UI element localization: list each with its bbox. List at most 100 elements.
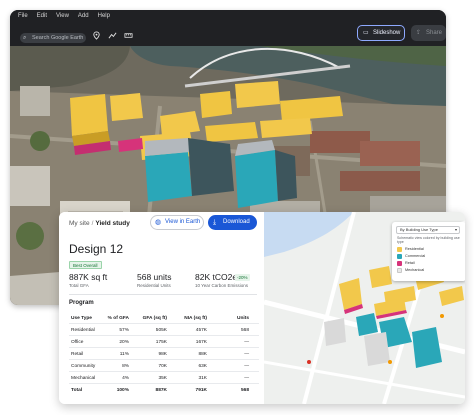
table-cell: 63K: [198, 364, 207, 369]
table-cell: 100%: [116, 388, 129, 393]
legend-item-retail: Retail: [397, 261, 415, 266]
legend-item-mechanical: Mechanical: [397, 268, 424, 273]
program-title: Program: [69, 300, 94, 306]
best-overall-badge: Best Overall: [69, 261, 102, 269]
table-cell: 457K: [195, 328, 207, 333]
legend-select[interactable]: By Building Use Type ▾: [396, 226, 460, 234]
metric-units-value: 568 units: [137, 272, 172, 282]
table-total-row: Total 100% 887K 791K 568: [69, 384, 259, 396]
table-cell: 791K: [195, 388, 207, 393]
table-header-cell: Units: [237, 316, 249, 321]
table-cell: 70K: [158, 364, 167, 369]
table-cell: 505K: [155, 328, 167, 333]
menu-file[interactable]: File: [18, 13, 28, 19]
download-button[interactable]: ⤓ Download: [208, 215, 257, 230]
share-label: Share: [426, 30, 443, 36]
legend-panel: By Building Use Type ▾ Schematic view co…: [392, 222, 465, 281]
view-in-earth-button[interactable]: ◍ View in Earth: [150, 215, 204, 230]
menu-edit[interactable]: Edit: [37, 13, 47, 19]
menubar: File Edit View Add Help ⌕ Search Google …: [10, 10, 446, 46]
breadcrumb-current: Yield study: [95, 220, 130, 227]
table-header-cell: GFA (sq ft): [142, 316, 167, 321]
breadcrumb: My site / Yield study: [69, 220, 130, 227]
metric-carbon-label: 10 Year Carbon Emissions: [195, 283, 249, 288]
legend-label: Residential: [405, 247, 424, 251]
table-row: Community 8% 70K 63K —: [69, 360, 259, 372]
massing-map[interactable]: By Building Use Type ▾ Schematic view co…: [264, 212, 465, 404]
legend-note: Schematic view colored by building use t…: [397, 236, 460, 245]
program-table: Use Type % of GFA GFA (sq ft) NIA (sq ft…: [69, 312, 259, 396]
table-cell: 20%: [119, 340, 129, 345]
table-cell: 175K: [155, 340, 167, 345]
table-cell: 35K: [158, 376, 167, 381]
table-cell: Retail: [71, 352, 84, 357]
share-button[interactable]: ⇪ Share: [411, 25, 446, 41]
search-input[interactable]: ⌕ Search Google Earth: [20, 33, 86, 43]
legend-swatch: [397, 254, 402, 259]
search-placeholder: Search Google Earth: [32, 35, 84, 41]
metric-carbon-value: 82K tCO2e: [195, 272, 238, 282]
table-header-cell: Use Type: [71, 316, 92, 321]
breadcrumb-parent[interactable]: My site: [69, 220, 90, 227]
table-cell: 88K: [198, 352, 207, 357]
menu-help[interactable]: Help: [98, 13, 110, 19]
table-header-cell: NIA (sq ft): [184, 316, 207, 321]
slideshow-icon: ▭: [363, 30, 369, 36]
table-cell: 167K: [195, 340, 207, 345]
table-cell: Total: [71, 388, 83, 393]
table-header-row: Use Type % of GFA GFA (sq ft) NIA (sq ft…: [69, 312, 259, 324]
table-cell: 887K: [155, 388, 167, 393]
metric-gfa-value: 887K sq ft: [69, 272, 108, 282]
menu-items: File Edit View Add Help: [18, 13, 110, 19]
design-title: Design 12: [69, 242, 124, 256]
table-cell: —: [244, 364, 249, 369]
table-cell: 11%: [119, 352, 129, 357]
menu-add[interactable]: Add: [78, 13, 89, 19]
table-cell: Community: [71, 364, 96, 369]
slideshow-label: Slideshow: [373, 30, 401, 36]
table-row: Residential 57% 505K 457K 568: [69, 324, 259, 336]
download-icon: ⤓: [213, 219, 217, 226]
chevron-down-icon: ▾: [454, 227, 457, 232]
metric-gfa-label: Total GFA: [69, 283, 89, 288]
legend-item-residential: Residential: [397, 247, 424, 252]
legend-label: Retail: [405, 261, 415, 265]
table-cell: 8%: [122, 364, 129, 369]
download-label: Download: [223, 219, 250, 225]
legend-swatch: [397, 261, 402, 266]
path-icon[interactable]: [108, 31, 117, 40]
table-cell: —: [244, 376, 249, 381]
table-cell: —: [244, 352, 249, 357]
table-cell: —: [244, 340, 249, 345]
ruler-icon[interactable]: [124, 31, 133, 40]
table-row: Office 20% 175K 167K —: [69, 336, 259, 348]
menu-view[interactable]: View: [56, 13, 69, 19]
table-cell: 568: [240, 388, 249, 393]
table-header-cell: % of GFA: [107, 316, 129, 321]
metric-units-label: Residential Units: [137, 283, 171, 288]
legend-swatch: [397, 247, 402, 252]
search-icon: ⌕: [23, 35, 27, 41]
slideshow-button[interactable]: ▭ Slideshow: [357, 25, 405, 41]
legend-swatch: [397, 268, 402, 273]
view-in-earth-label: View in Earth: [165, 219, 201, 225]
table-cell: Mechanical: [71, 376, 96, 381]
tool-icons: [92, 31, 133, 40]
table-cell: 57%: [119, 328, 129, 333]
table-cell: Residential: [71, 328, 95, 333]
location-pin-icon[interactable]: [92, 31, 101, 40]
legend-item-commercial: Commercial: [397, 254, 425, 259]
globe-icon: ◍: [155, 219, 162, 226]
table-cell: Office: [71, 340, 84, 345]
design-card: My site / Yield study ◍ View in Earth ⤓ Do…: [59, 212, 465, 404]
legend-select-value: By Building Use Type: [400, 227, 438, 232]
carbon-change-badge: -20%: [235, 274, 250, 281]
design-details-panel: My site / Yield study ◍ View in Earth ⤓ Do…: [59, 212, 264, 404]
legend-label: Mechanical: [405, 268, 425, 272]
share-icon: ⇪: [416, 30, 422, 36]
legend-label: Commercial: [405, 254, 426, 258]
table-cell: 98K: [158, 352, 167, 357]
table-cell: 568: [240, 328, 249, 333]
breadcrumb-separator: /: [91, 220, 94, 227]
table-cell: 31K: [198, 376, 207, 381]
